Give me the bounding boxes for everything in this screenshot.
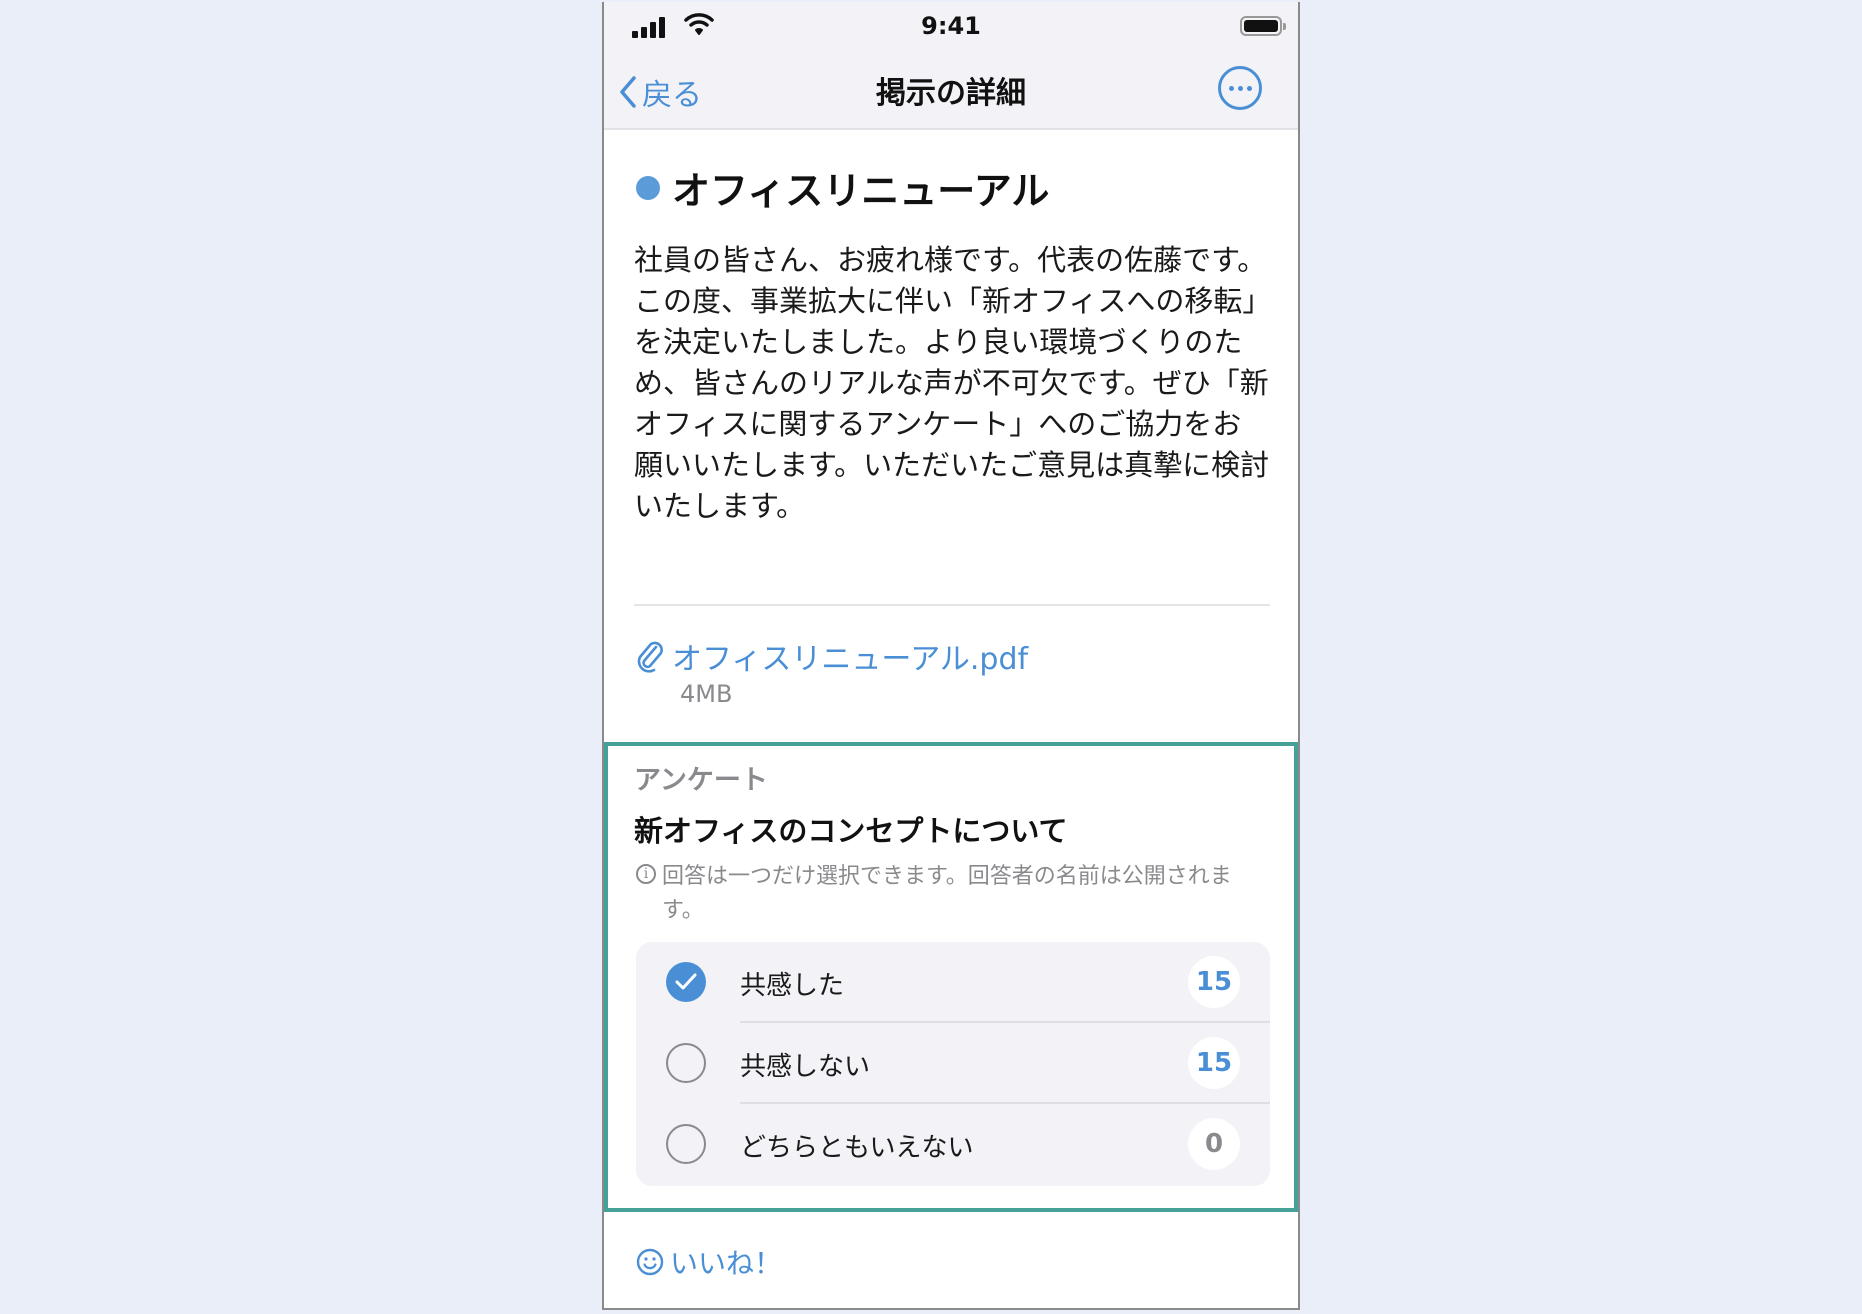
- survey-note-text: 回答は一つだけ選択できます。回答者の名前は公開されます。: [662, 864, 1232, 923]
- vote-count-badge: 0: [1188, 1118, 1240, 1170]
- survey-option[interactable]: 共感した 15: [636, 942, 1270, 1023]
- like-button[interactable]: いいね！: [636, 1242, 782, 1282]
- battery-icon: [1240, 16, 1286, 36]
- radio-icon[interactable]: [666, 1043, 706, 1083]
- attachment-link[interactable]: オフィスリニューアル.pdf: [634, 634, 1028, 678]
- post-title: オフィスリニューアル: [636, 160, 1049, 215]
- survey-option[interactable]: どちらともいえない 0: [636, 1104, 1270, 1185]
- status-bar: 9:41: [604, 2, 1298, 52]
- option-label: どちらともいえない: [740, 1133, 974, 1163]
- unread-dot-icon: [636, 175, 660, 200]
- info-icon: i: [636, 864, 656, 884]
- page-title: 掲示の詳細: [876, 76, 1026, 111]
- survey-note: i 回答は一つだけ選択できます。回答者の名前は公開されます。: [636, 860, 1266, 928]
- like-label: いいね！: [670, 1247, 783, 1280]
- post-body: 社員の皆さん、お疲れ様です。代表の佐藤です。 この度、事業拡大に伴い「新オフィス…: [634, 243, 1270, 523]
- survey-options: 共感した 15 共感しない 15 どちらともいえない 0: [636, 942, 1270, 1186]
- ellipsis-icon: [1228, 85, 1234, 91]
- survey-option[interactable]: 共感しない 15: [636, 1023, 1270, 1104]
- smiley-icon: [636, 1248, 664, 1276]
- radio-icon[interactable]: [666, 1124, 706, 1164]
- nav-bar: 戻る 掲示の詳細: [604, 62, 1298, 124]
- survey-section: アンケート 新オフィスのコンセプトについて i 回答は一つだけ選択できます。回答…: [604, 742, 1298, 1212]
- option-label: 共感した: [740, 971, 845, 1001]
- checked-radio-icon[interactable]: [666, 962, 706, 1002]
- clock: 9:41: [921, 12, 981, 40]
- option-label: 共感しない: [740, 1052, 871, 1082]
- survey-question: 新オフィスのコンセプトについて: [634, 814, 1068, 848]
- header: 9:41 戻る 掲示の詳細: [604, 2, 1298, 130]
- more-options-button[interactable]: [1218, 66, 1262, 110]
- paperclip-icon: [637, 641, 663, 673]
- survey-label: アンケート: [634, 765, 768, 796]
- attachment-size: 4MB: [680, 680, 733, 708]
- checkmark-icon: [675, 973, 697, 990]
- post-title-text: オフィスリニューアル: [672, 169, 1050, 213]
- attachment-name[interactable]: オフィスリニューアル.pdf: [672, 634, 1028, 678]
- phone-screen: 9:41 戻る 掲示の詳細 オフィスリニューアル 社員の皆さん、お疲れ様です。代…: [602, 2, 1300, 1310]
- vote-count-badge: 15: [1188, 1037, 1240, 1089]
- vote-count-badge: 15: [1188, 956, 1240, 1008]
- divider: [634, 604, 1270, 606]
